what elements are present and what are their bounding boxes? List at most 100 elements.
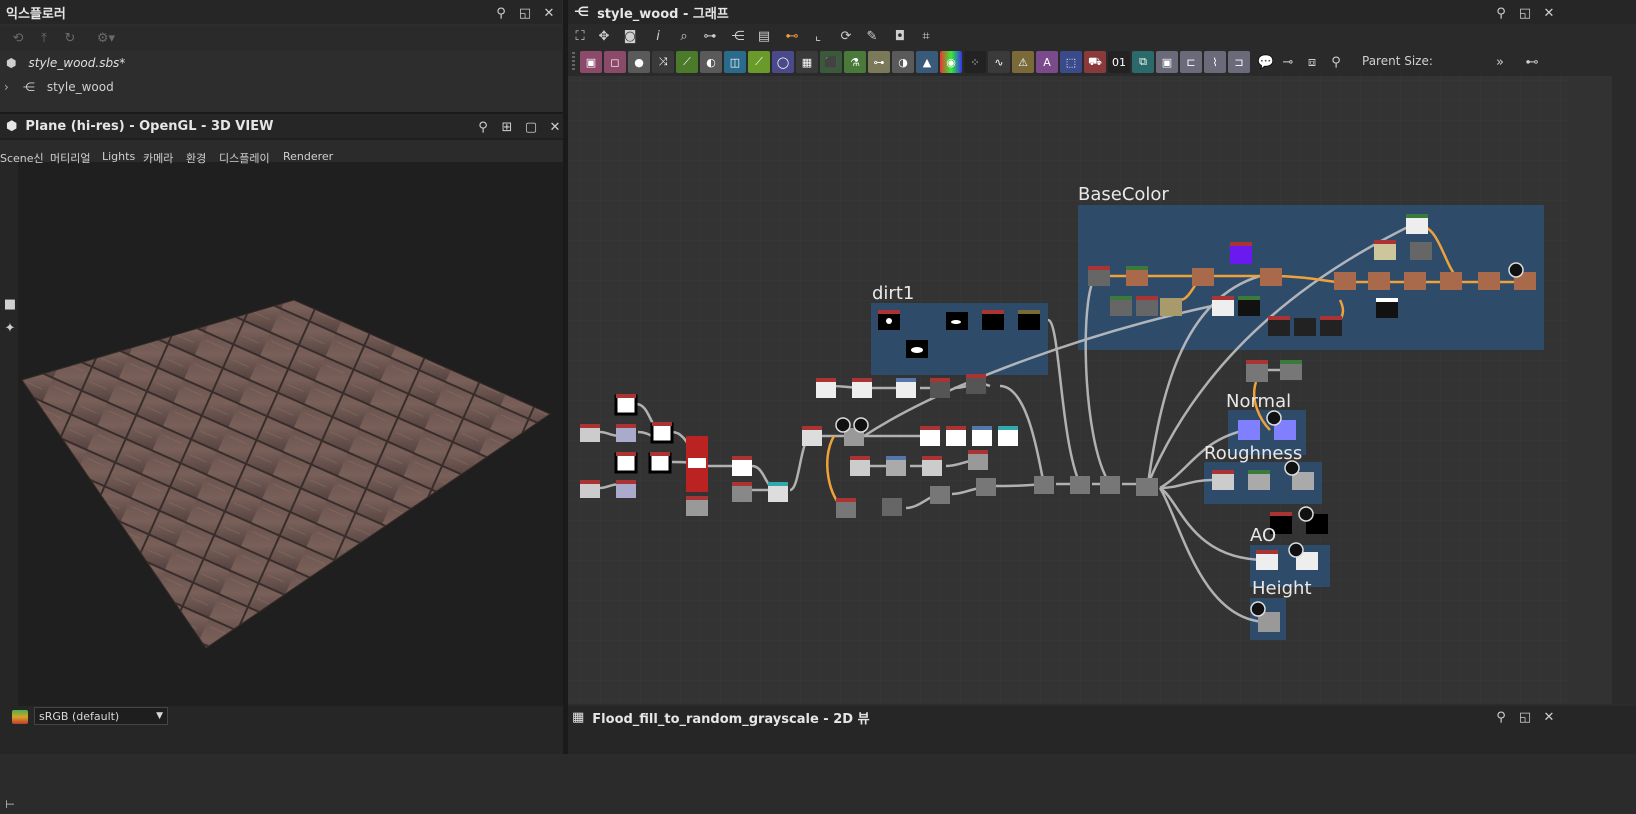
refresh-icon[interactable]: ⟳ bbox=[836, 26, 856, 46]
graph-node[interactable] bbox=[1192, 268, 1214, 286]
info-icon[interactable]: i bbox=[648, 26, 668, 46]
graph-node[interactable] bbox=[982, 310, 1004, 330]
float-icon[interactable]: ◱ bbox=[516, 4, 534, 22]
binary-node-icon[interactable]: 01 bbox=[1108, 51, 1130, 73]
graph-node[interactable] bbox=[1334, 272, 1356, 290]
graph-canvas[interactable] bbox=[568, 76, 1568, 704]
graph-node[interactable] bbox=[1070, 476, 1090, 494]
graph-node[interactable] bbox=[686, 436, 708, 492]
pin-tool-icon[interactable]: ⚲ bbox=[1326, 52, 1346, 72]
graph-node[interactable] bbox=[930, 486, 950, 504]
graph-node[interactable] bbox=[1110, 296, 1132, 316]
pin-icon[interactable]: ⚲ bbox=[492, 4, 510, 22]
warning-node-icon[interactable]: ⚠ bbox=[1012, 51, 1034, 73]
graph-node[interactable] bbox=[1404, 272, 1426, 290]
graph-node[interactable] bbox=[906, 340, 928, 358]
graph-node[interactable] bbox=[1034, 476, 1054, 494]
close-icon[interactable]: ✕ bbox=[546, 118, 564, 136]
graph-node[interactable] bbox=[920, 426, 940, 446]
graph-node[interactable] bbox=[802, 426, 822, 446]
graph-node[interactable] bbox=[852, 378, 872, 398]
pin-icon[interactable]: ⚲ bbox=[1492, 708, 1510, 726]
graph-node[interactable] bbox=[686, 496, 708, 516]
pin-icon[interactable]: ⚲ bbox=[1492, 4, 1510, 22]
contrast-node-icon[interactable]: ◑ bbox=[892, 51, 914, 73]
expand-toolbar-icon[interactable]: » bbox=[1490, 52, 1510, 72]
graph-node[interactable] bbox=[614, 394, 638, 416]
graph-node[interactable] bbox=[616, 480, 636, 498]
pin-icon[interactable]: ⚲ bbox=[474, 118, 492, 136]
refresh-icon[interactable]: ↻ bbox=[60, 28, 80, 48]
link-icon[interactable]: ⊶ bbox=[700, 26, 720, 46]
curve-node-icon[interactable]: ⟋ bbox=[676, 51, 698, 73]
graph-scrollbar[interactable] bbox=[1612, 76, 1636, 704]
graph-node[interactable] bbox=[922, 456, 942, 476]
graph-node[interactable] bbox=[732, 482, 752, 502]
graph-node[interactable] bbox=[614, 452, 638, 474]
graph-node[interactable] bbox=[946, 426, 966, 446]
graph-node[interactable] bbox=[616, 424, 636, 442]
text-node-icon[interactable]: A bbox=[1036, 51, 1058, 73]
maximize-icon[interactable]: ▢ bbox=[522, 118, 540, 136]
graph-node[interactable] bbox=[1478, 272, 1500, 290]
circle-node-icon[interactable]: ◯ bbox=[772, 51, 794, 73]
graph-node[interactable] bbox=[1230, 242, 1252, 264]
scene-tree-icon[interactable]: ⊢ bbox=[0, 794, 20, 814]
graph-node[interactable] bbox=[878, 310, 900, 330]
graph-node[interactable] bbox=[930, 378, 950, 398]
graph-node[interactable] bbox=[650, 422, 674, 444]
graph-node[interactable] bbox=[1018, 310, 1040, 330]
new-package-icon[interactable]: ⟲ bbox=[8, 28, 28, 48]
close-icon[interactable]: ✕ bbox=[1540, 4, 1558, 22]
graph-node[interactable] bbox=[1160, 298, 1182, 316]
graph-node[interactable] bbox=[998, 426, 1018, 446]
graph-node[interactable] bbox=[1376, 298, 1398, 318]
noise-node-icon[interactable]: ⁘ bbox=[964, 51, 986, 73]
align-icon[interactable]: ⋲ bbox=[728, 26, 748, 46]
output-node-icon[interactable]: ⊐ bbox=[1228, 51, 1250, 73]
layers-icon[interactable] bbox=[12, 710, 28, 724]
package-row[interactable]: ⬢ style_wood.sbs* bbox=[0, 52, 562, 74]
graph-node[interactable] bbox=[1440, 272, 1462, 290]
expand-chevron-icon[interactable]: › bbox=[4, 80, 9, 94]
tools-icon[interactable]: ✎ bbox=[862, 26, 882, 46]
horizontal-divider[interactable] bbox=[0, 112, 563, 114]
close-icon[interactable]: ✕ bbox=[540, 4, 558, 22]
graph-node[interactable] bbox=[1100, 476, 1120, 494]
shuffle-node-icon[interactable]: ⤨ bbox=[652, 51, 674, 73]
graph-node[interactable] bbox=[816, 378, 836, 398]
graph-node[interactable] bbox=[976, 478, 996, 496]
bitmap-node-icon[interactable]: ▣ bbox=[580, 51, 602, 73]
dot-icon[interactable]: ⊸ bbox=[1278, 52, 1298, 72]
transform-node-icon[interactable]: ⬚ bbox=[1060, 51, 1082, 73]
graph-node[interactable] bbox=[850, 456, 870, 476]
float-icon[interactable]: ◱ bbox=[1516, 708, 1534, 726]
graph-node[interactable] bbox=[1088, 266, 1110, 286]
graph-node[interactable] bbox=[972, 426, 992, 446]
graph-node[interactable] bbox=[1374, 240, 1396, 260]
graph-row[interactable]: › ⋲ style_wood bbox=[0, 76, 562, 98]
camera-icon[interactable]: ■ bbox=[0, 294, 20, 314]
split-icon[interactable]: ⊞ bbox=[498, 118, 516, 136]
layout-icon[interactable]: ▤ bbox=[754, 26, 774, 46]
graph-node[interactable] bbox=[1212, 470, 1234, 490]
pan-icon[interactable]: ✥ bbox=[594, 26, 614, 46]
spline-node-icon[interactable]: ∿ bbox=[988, 51, 1010, 73]
tile-node-icon[interactable]: ▦ bbox=[796, 51, 818, 73]
close-icon[interactable]: ✕ bbox=[1540, 708, 1558, 726]
graph-node[interactable] bbox=[768, 482, 788, 502]
switch-node-icon[interactable]: ⊶ bbox=[868, 51, 890, 73]
input-node-icon[interactable]: ⊏ bbox=[1180, 51, 1202, 73]
connector-icon[interactable]: ⊷ bbox=[1522, 52, 1542, 72]
light-icon[interactable]: ✦ bbox=[0, 318, 20, 338]
graph-node[interactable] bbox=[1280, 360, 1302, 380]
upload-icon[interactable]: ⤒ bbox=[34, 28, 54, 48]
graph-node[interactable] bbox=[1410, 242, 1432, 260]
frame-tool-icon[interactable]: ⧈ bbox=[1302, 52, 1322, 72]
graph-node-icon[interactable]: ⌇ bbox=[1204, 51, 1226, 73]
graph-node[interactable] bbox=[1320, 316, 1342, 336]
crop-icon[interactable]: ⌗ bbox=[916, 26, 936, 46]
warp-node-icon[interactable]: ◫ bbox=[724, 51, 746, 73]
graph-node[interactable] bbox=[968, 450, 988, 470]
gradient-node-icon[interactable]: ⟋ bbox=[748, 51, 770, 73]
